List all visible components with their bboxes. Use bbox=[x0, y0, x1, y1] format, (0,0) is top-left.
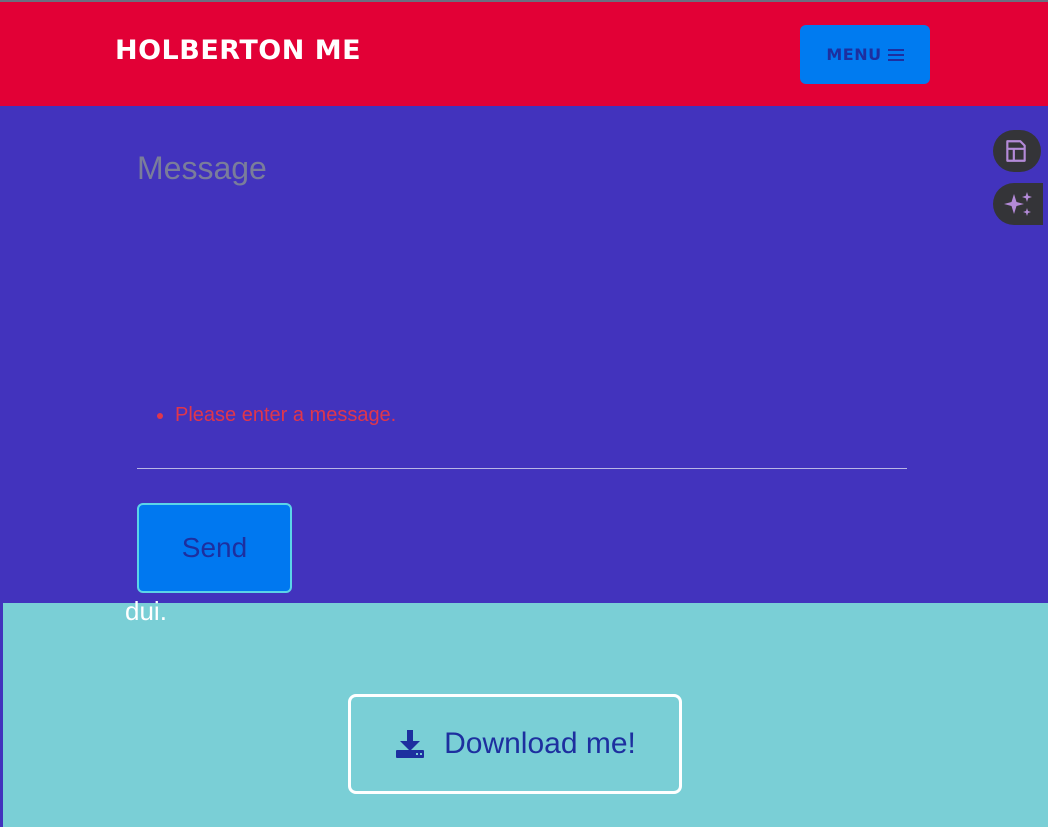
sparkle-icon bbox=[1004, 192, 1032, 216]
document-icon-button[interactable] bbox=[993, 130, 1041, 172]
error-list: Please enter a message. bbox=[175, 404, 396, 427]
divider bbox=[137, 468, 907, 469]
send-button[interactable]: Send bbox=[137, 503, 292, 593]
document-icon bbox=[1006, 140, 1026, 162]
download-icon bbox=[396, 730, 425, 758]
partial-text: dui. bbox=[125, 596, 167, 626]
page: HOLBERTON ME MENU Message Please enter a… bbox=[0, 0, 1048, 827]
contact-section: Message Please enter a message. Send bbox=[0, 106, 1048, 603]
download-label: Download me! bbox=[444, 727, 636, 760]
sparkle-icon-button[interactable] bbox=[993, 183, 1043, 225]
brand-logo[interactable]: HOLBERTON ME bbox=[115, 35, 361, 66]
navbar: HOLBERTON ME MENU bbox=[0, 2, 1048, 106]
message-field[interactable] bbox=[137, 146, 911, 390]
menu-label: MENU bbox=[826, 45, 882, 64]
menu-button[interactable]: MENU bbox=[800, 25, 930, 84]
error-message: Please enter a message. bbox=[175, 404, 396, 427]
hamburger-icon bbox=[887, 46, 904, 64]
download-button[interactable]: Download me! bbox=[348, 694, 682, 794]
